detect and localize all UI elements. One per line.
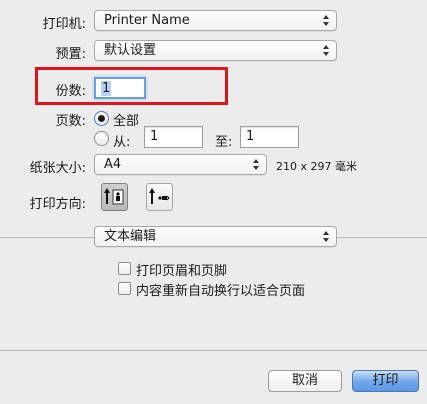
section-divider-right	[337, 237, 427, 238]
header-footer-label: 打印页眉和页脚	[136, 264, 228, 279]
presets-select-value: 默认设置	[104, 43, 157, 58]
presets-select[interactable]: 默认设置	[94, 40, 337, 61]
pages-range-radio[interactable]	[94, 131, 109, 146]
paper-size-label: 纸张大小:	[29, 161, 86, 176]
header-footer-checkbox[interactable]	[118, 262, 131, 275]
pages-to-value: 1	[246, 129, 255, 144]
paper-size-select[interactable]: A4	[94, 154, 267, 175]
portrait-orientation-icon	[104, 188, 124, 205]
section-select-value: 文本编辑	[104, 229, 157, 244]
pages-from-label: 从:	[113, 135, 131, 150]
copies-field-value: 1	[101, 81, 112, 96]
paper-size-value: A4	[104, 157, 122, 172]
rewrap-label: 内容重新自动换行以适合页面	[136, 284, 306, 299]
pages-from-value: 1	[150, 129, 159, 144]
landscape-orientation-button[interactable]	[146, 183, 173, 211]
up-down-arrows-icon	[253, 159, 259, 170]
pages-all-label: 全部	[113, 114, 140, 129]
bottom-divider	[0, 350, 427, 351]
presets-label: 预置:	[55, 47, 86, 62]
orientation-label: 打印方向:	[29, 197, 86, 212]
portrait-orientation-button[interactable]	[101, 183, 128, 211]
up-down-arrows-icon	[323, 15, 329, 26]
paper-dimensions: 210 x 297 毫米	[276, 160, 357, 173]
printer-label: 打印机:	[42, 17, 86, 32]
pages-all-radio[interactable]	[94, 111, 109, 126]
section-select[interactable]: 文本编辑	[94, 226, 337, 247]
print-button[interactable]: 打印	[352, 370, 419, 392]
pages-to-label: 至:	[215, 135, 233, 150]
rewrap-checkbox[interactable]	[118, 282, 131, 295]
pages-label: 页数:	[55, 114, 86, 129]
up-down-arrows-icon	[323, 231, 329, 242]
up-down-arrows-icon	[323, 45, 329, 56]
printer-select[interactable]: Printer Name	[94, 10, 337, 31]
copies-label: 份数:	[55, 84, 86, 99]
pages-from-field[interactable]: 1	[144, 126, 203, 148]
cancel-button[interactable]: 取消	[268, 370, 342, 392]
section-divider-left	[0, 237, 94, 238]
copies-field[interactable]: 1	[94, 77, 146, 99]
pages-to-field[interactable]: 1	[240, 126, 299, 148]
printer-select-value: Printer Name	[104, 13, 190, 28]
landscape-orientation-icon	[149, 188, 170, 204]
